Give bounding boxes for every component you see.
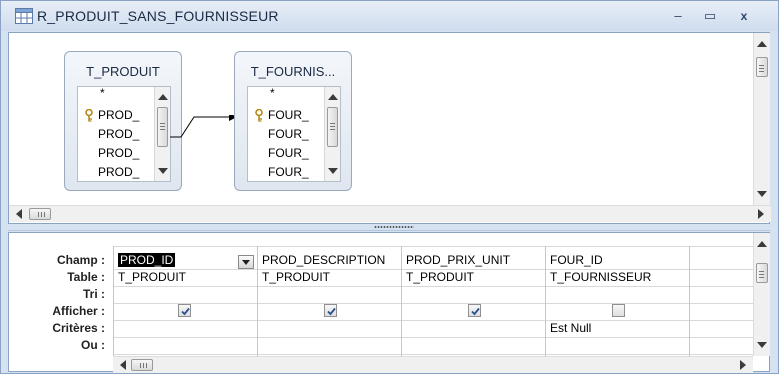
ou-cell[interactable] xyxy=(114,337,257,354)
afficher-cell[interactable] xyxy=(402,303,545,320)
field-item[interactable]: PROD_ xyxy=(78,125,156,144)
scroll-down-icon[interactable] xyxy=(158,168,168,174)
field-list[interactable]: * PROD_ PROD_ PROD_ PROD_ xyxy=(77,86,171,182)
tri-cell[interactable] xyxy=(258,286,401,303)
ou-cell[interactable] xyxy=(546,337,689,354)
champ-cell[interactable]: FOUR_ID xyxy=(546,252,689,269)
table-cell[interactable]: T_PRODUIT xyxy=(258,269,401,286)
scroll-left-icon[interactable] xyxy=(120,360,126,370)
champ-cell[interactable]: PROD_ID xyxy=(114,252,257,269)
tri-cell[interactable] xyxy=(402,286,545,303)
row-label-table: Table : xyxy=(67,270,105,284)
splitter-grip[interactable] xyxy=(374,226,414,228)
title-bar[interactable]: R_PRODUIT_SANS_FOURNISSEUR – ▭ x xyxy=(1,1,778,31)
table-design-pane[interactable]: T_PRODUIT * PROD_ PROD_ PROD_ PROD_ T_FO… xyxy=(8,32,771,224)
field-item[interactable]: FOUR_ xyxy=(248,144,326,163)
scroll-thumb[interactable] xyxy=(131,359,153,371)
criteres-cell[interactable]: Est Null xyxy=(546,320,689,337)
scroll-right-icon[interactable] xyxy=(758,209,764,219)
show-checkbox[interactable] xyxy=(178,304,191,317)
grid-column[interactable]: PROD_DESCRIPTION T_PRODUIT xyxy=(257,246,401,356)
field-item[interactable]: FOUR_ xyxy=(248,125,326,144)
scroll-right-icon[interactable] xyxy=(740,360,746,370)
field-list[interactable]: * FOUR_ FOUR_ FOUR_ FOUR_ xyxy=(247,86,341,182)
champ-cell[interactable]: PROD_PRIX_UNIT xyxy=(402,252,545,269)
window-title: R_PRODUIT_SANS_FOURNISSEUR xyxy=(37,8,279,24)
tri-cell[interactable] xyxy=(114,286,257,303)
afficher-cell[interactable] xyxy=(258,303,401,320)
ou-cell[interactable] xyxy=(402,337,545,354)
primary-key-icon xyxy=(85,109,93,122)
scroll-up-icon[interactable] xyxy=(158,94,168,100)
grid-column[interactable]: PROD_PRIX_UNIT T_PRODUIT xyxy=(401,246,545,356)
ou-cell[interactable] xyxy=(258,337,401,354)
criteres-cell[interactable] xyxy=(402,320,545,337)
table-title: T_FOURNIS... xyxy=(250,64,336,79)
design-vertical-scrollbar[interactable] xyxy=(753,33,770,205)
close-button[interactable]: x xyxy=(732,5,756,27)
primary-key-icon xyxy=(255,109,263,122)
row-header: Champ : Table : Tri : Afficher : Critère… xyxy=(9,233,113,356)
design-horizontal-scrollbar[interactable] xyxy=(9,205,771,222)
table-cell[interactable]: T_PRODUIT xyxy=(402,269,545,286)
scroll-thumb[interactable] xyxy=(157,107,168,147)
criteres-cell[interactable] xyxy=(114,320,257,337)
row-label-criteres: Critères : xyxy=(52,321,105,335)
scroll-up-icon[interactable] xyxy=(757,41,767,47)
query-table-icon xyxy=(15,8,33,24)
tri-cell[interactable] xyxy=(546,286,689,303)
show-checkbox[interactable] xyxy=(324,304,337,317)
table-box-fournisseur[interactable]: T_FOURNIS... * FOUR_ FOUR_ FOUR_ FOUR_ xyxy=(234,51,352,191)
field-item[interactable]: PROD_ xyxy=(78,144,156,163)
field-list-scrollbar[interactable] xyxy=(154,87,170,181)
field-item[interactable]: PROD_ xyxy=(78,163,156,181)
scroll-thumb[interactable] xyxy=(327,107,338,147)
afficher-cell[interactable] xyxy=(114,303,257,320)
scroll-down-icon[interactable] xyxy=(757,191,767,197)
scroll-down-icon[interactable] xyxy=(757,342,767,348)
champ-cell[interactable]: PROD_DESCRIPTION xyxy=(258,252,401,269)
join-line[interactable] xyxy=(169,115,239,143)
scroll-thumb[interactable] xyxy=(756,263,768,283)
table-cell[interactable]: T_FOURNISSEUR xyxy=(546,269,689,286)
field-list-scrollbar[interactable] xyxy=(324,87,340,181)
afficher-cell[interactable] xyxy=(546,303,689,320)
grid-column[interactable]: PROD_ID T_PRODUIT xyxy=(113,246,257,356)
champ-value[interactable]: PROD_ID xyxy=(118,253,176,267)
pane-splitter[interactable] xyxy=(8,224,770,231)
field-item[interactable]: * xyxy=(78,87,156,106)
scroll-up-icon[interactable] xyxy=(757,241,767,247)
field-item[interactable]: * xyxy=(248,87,326,106)
maximize-button[interactable]: ▭ xyxy=(698,5,722,27)
show-checkbox[interactable] xyxy=(468,304,481,317)
grid-column[interactable]: FOUR_ID T_FOURNISSEUR Est Null xyxy=(545,246,689,356)
grid-horizontal-scrollbar[interactable] xyxy=(113,356,753,373)
row-label-tri: Tri : xyxy=(82,287,105,301)
scroll-thumb[interactable] xyxy=(29,208,51,220)
grid-vertical-scrollbar[interactable] xyxy=(753,233,770,356)
scroll-down-icon[interactable] xyxy=(328,168,338,174)
criteres-cell[interactable] xyxy=(258,320,401,337)
field-item[interactable]: FOUR_ xyxy=(248,163,326,181)
field-item[interactable]: FOUR_ xyxy=(248,106,326,125)
scroll-up-icon[interactable] xyxy=(328,94,338,100)
grid-column-empty[interactable] xyxy=(689,246,753,356)
show-checkbox[interactable] xyxy=(612,304,625,317)
field-dropdown-button[interactable] xyxy=(238,255,254,269)
table-title: T_PRODUIT xyxy=(86,64,160,79)
row-label-afficher: Afficher : xyxy=(52,304,105,318)
table-box-produit[interactable]: T_PRODUIT * PROD_ PROD_ PROD_ PROD_ xyxy=(64,51,182,191)
row-label-ou: Ou : xyxy=(81,338,105,352)
scroll-thumb[interactable] xyxy=(756,57,768,77)
scroll-left-icon[interactable] xyxy=(16,209,22,219)
query-grid-pane[interactable]: Champ : Table : Tri : Afficher : Critère… xyxy=(8,232,770,373)
minimize-button[interactable]: – xyxy=(666,5,690,27)
table-cell[interactable]: T_PRODUIT xyxy=(114,269,257,286)
row-label-champ: Champ : xyxy=(57,253,105,267)
field-item[interactable]: PROD_ xyxy=(78,106,156,125)
